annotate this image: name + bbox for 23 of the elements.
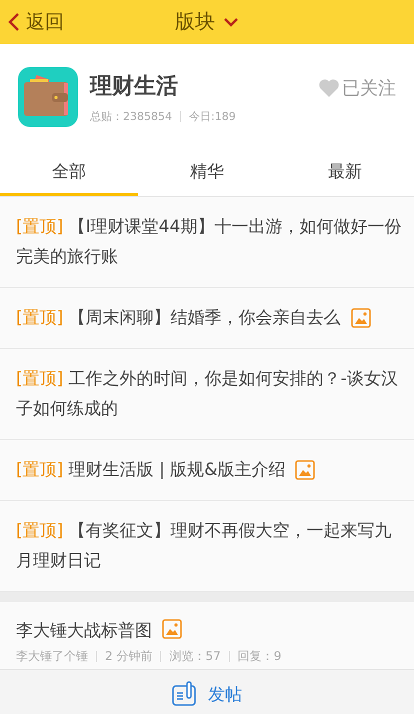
forum-name: 理财生活 — [90, 72, 179, 100]
post-title[interactable]: [置顶] 【I理财课堂44期】十一出游，如何做好一份完美的旅行账 — [16, 212, 404, 272]
back-button[interactable]: 返回 — [8, 9, 64, 35]
post-title[interactable]: [置顶] 【周末闲聊】结婚季，你会亲自去么 — [16, 303, 341, 333]
compose-icon — [172, 681, 198, 707]
post-title[interactable]: [置顶] 理财生活版 | 版规&版主介绍 — [16, 455, 286, 485]
back-icon — [8, 12, 20, 32]
reply-count: 回复：9 — [238, 648, 282, 665]
caret-icon — [223, 16, 239, 26]
view-count: 浏览：57 — [169, 648, 221, 665]
today-posts: 今日:189 — [189, 108, 236, 124]
wallet-icon — [18, 67, 78, 127]
post-title[interactable]: [置顶] 【有奖征文】理财不再假大空，一起来写九月理财日记 — [16, 516, 404, 576]
tab[interactable]: 最新 — [276, 150, 414, 196]
heart-icon — [318, 78, 340, 98]
post-title[interactable]: 李大锤大战标普图 — [16, 621, 152, 641]
section-dropdown[interactable]: 版块 — [175, 8, 239, 35]
tab[interactable]: 精华 — [138, 150, 276, 196]
post-author: 李大锤了个锤 — [16, 648, 88, 665]
new-post-button[interactable]: 发帖 — [172, 681, 242, 707]
total-posts: 总贴：2385854 — [90, 108, 172, 124]
post-time: 2 分钟前 — [105, 648, 152, 665]
post-title[interactable]: [置顶] 工作之外的时间，你是如何安排的？-谈女汉子如何练成的 — [16, 364, 404, 424]
